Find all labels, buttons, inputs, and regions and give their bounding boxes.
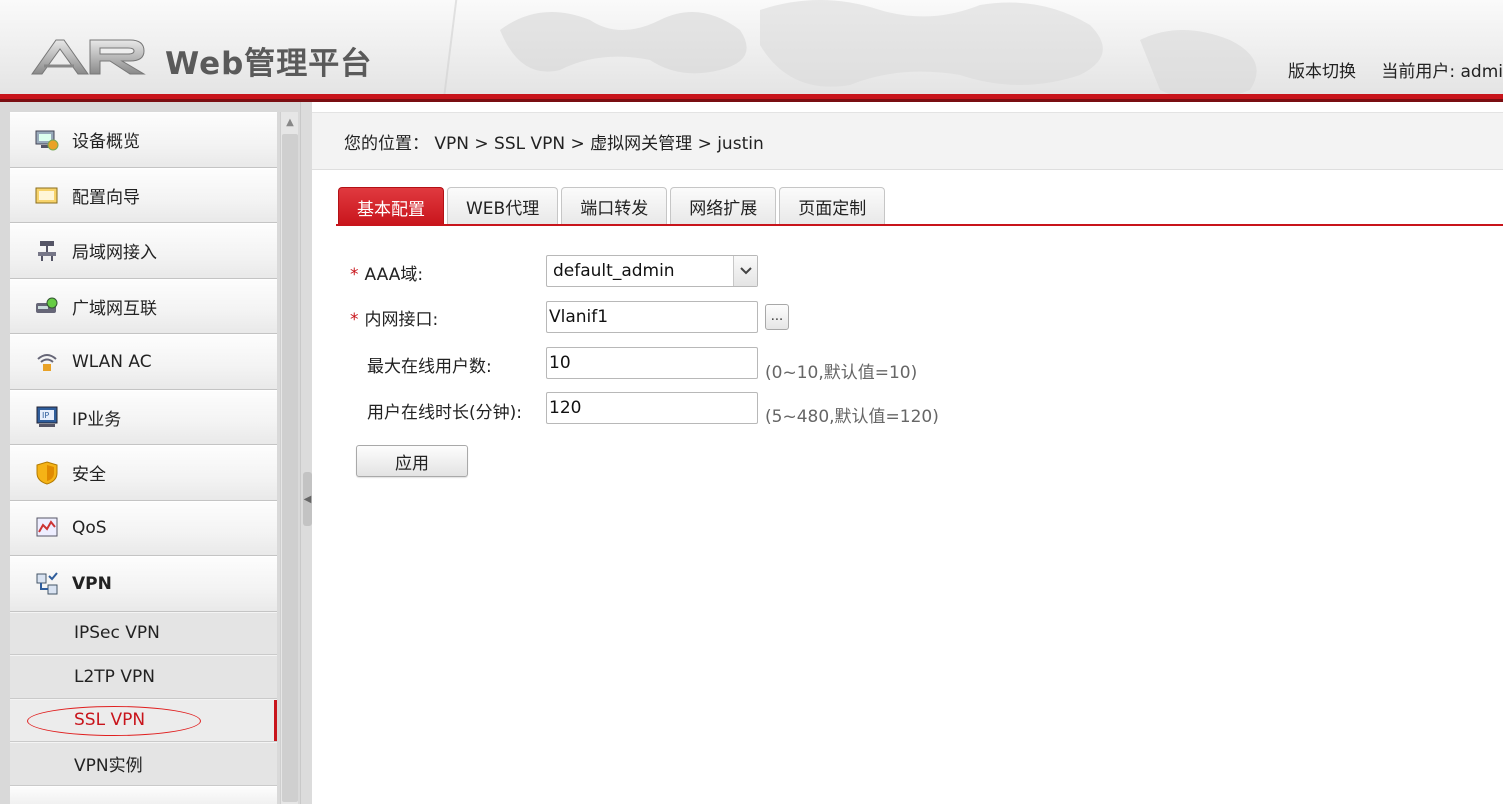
submenu-item-ssl-vpn[interactable]: SSL VPN [10,698,277,742]
internal-interface-label: * 内网接口: [350,305,438,330]
online-time-hint: (5~480,默认值=120) [765,407,939,427]
submenu-label: L2TP VPN [74,666,155,687]
aaa-domain-select[interactable]: default_admin [546,255,758,287]
menu-label: IP业务 [72,409,122,430]
scrollbar-thumb[interactable] [282,134,298,802]
svg-text:IP: IP [42,411,49,420]
aaa-domain-value: default_admin [553,261,675,281]
tab-basic-config[interactable]: 基本配置 [338,187,444,226]
menu-label: VPN [72,573,112,594]
aaa-domain-label: * AAA域: [350,260,423,285]
menu-item-next[interactable] [10,785,277,804]
aaa-domain-label-text: AAA域: [364,265,424,285]
menu-item-vpn[interactable]: VPN [10,556,277,612]
tab-underline [336,224,1503,226]
config-wizard-icon [34,182,60,208]
submenu-label: IPSec VPN [74,623,160,644]
breadcrumb: 您的位置： VPN > SSL VPN > 虚拟网关管理 > justin [312,112,1503,170]
version-switch-link[interactable]: 版本切换 [1288,62,1356,82]
internal-interface-value: Vlanif1 [549,307,609,327]
submenu-item-l2tp-vpn[interactable]: L2TP VPN [10,655,277,699]
wan-interconnect-icon [34,293,60,319]
menu-item-ip-service[interactable]: IP IP业务 [10,389,277,445]
top-links: 版本切换 当前用户: admi [1268,57,1503,82]
world-map-background [442,0,1257,102]
ip-service-icon: IP [34,404,60,430]
internal-interface-input[interactable]: Vlanif1 [546,301,758,333]
menu-item-security[interactable]: 安全 [10,445,277,501]
menu-label: 设备概览 [72,132,140,153]
required-mark: * [350,310,359,330]
online-time-value: 120 [549,398,582,418]
browse-interface-button[interactable]: ... [765,304,789,330]
annotation-circle [27,705,201,736]
menu-label: 配置向导 [72,187,140,208]
max-users-value: 10 [549,353,571,373]
tab-bar: 基本配置 WEB代理 端口转发 网络扩展 页面定制 [338,186,888,226]
sidebar-scrollbar[interactable]: ▲ [280,112,298,804]
max-users-hint: (0~10,默认值=10) [765,363,918,383]
sidebar: 设备概览 配置向导 局域网接入 广域网互联 WLAN AC IP IP业务 安全… [0,102,300,804]
scroll-up-arrow-icon[interactable]: ▲ [281,112,299,132]
platform-title: Web管理平台 [165,46,373,82]
ar-logo-icon [31,39,146,75]
lan-access-icon [34,238,60,264]
tab-page-customization[interactable]: 页面定制 [779,187,886,225]
nav-menu: 设备概览 配置向导 局域网接入 广域网互联 WLAN AC IP IP业务 安全… [10,112,277,804]
menu-label: 局域网接入 [72,243,157,264]
chevron-down-icon[interactable] [733,256,757,286]
security-shield-icon [34,460,60,486]
menu-label: 安全 [72,465,106,486]
apply-button[interactable]: 应用 [356,445,468,477]
menu-label: 广域网互联 [72,298,157,319]
max-users-label: 最大在线用户数: [367,357,492,377]
top-header: Web管理平台 版本切换 当前用户: admi [0,0,1503,102]
menu-item-device-overview[interactable]: 设备概览 [10,112,277,168]
menu-item-config-wizard[interactable]: 配置向导 [10,167,277,223]
menu-label: WLAN AC [72,351,152,372]
tab-web-proxy[interactable]: WEB代理 [447,187,559,225]
submenu-item-vpn-instance[interactable]: VPN实例 [10,742,277,786]
internal-interface-label-text: 内网接口: [364,310,439,330]
sidebar-splitter[interactable]: ◀ [300,102,312,804]
collapse-sidebar-icon[interactable]: ◀ [303,472,312,526]
menu-item-lan-access[interactable]: 局域网接入 [10,223,277,279]
main-content: 您的位置： VPN > SSL VPN > 虚拟网关管理 > justin 基本… [312,102,1503,804]
menu-label: QoS [72,518,107,539]
menu-item-qos[interactable]: QoS [10,500,277,556]
submenu-label: VPN实例 [74,756,143,777]
submenu-item-ipsec-vpn[interactable]: IPSec VPN [10,611,277,655]
tab-network-extension[interactable]: 网络扩展 [670,187,777,225]
online-time-label: 用户在线时长(分钟): [367,403,522,423]
menu-item-wlan-ac[interactable]: WLAN AC [10,334,277,390]
current-user-link[interactable]: 当前用户: admi [1381,62,1503,82]
required-mark: * [350,265,359,285]
ar-logo [30,36,148,76]
menu-item-wan-interconnect[interactable]: 广域网互联 [10,278,277,334]
max-users-input[interactable]: 10 [546,347,758,379]
wlan-icon [34,349,60,375]
online-time-input[interactable]: 120 [546,392,758,424]
tab-port-forwarding[interactable]: 端口转发 [561,187,668,225]
vpn-icon [34,571,60,597]
qos-icon [34,515,60,541]
device-overview-icon [34,127,60,153]
